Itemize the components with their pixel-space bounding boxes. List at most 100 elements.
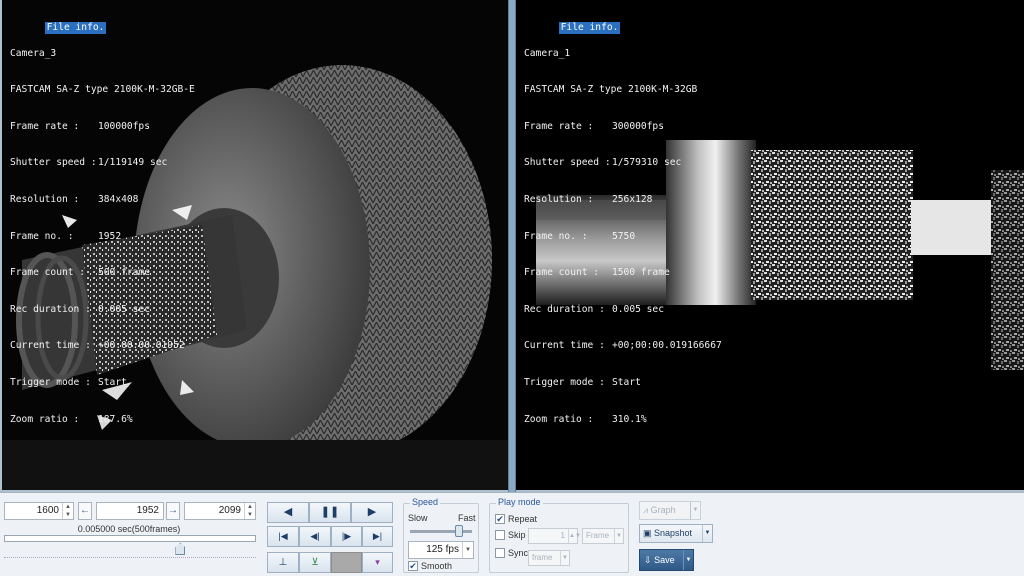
- pause-button[interactable]: ❚❚: [309, 502, 351, 523]
- info-label: Zoom ratio :: [524, 413, 594, 425]
- control-panel: 1600 ▲ ▼ ← 1952 → 2099 ▲ ▼ 0.005000 sec(50…: [0, 492, 1024, 576]
- skip-label: Skip: [508, 530, 526, 540]
- fps-value: 125 fps: [426, 544, 459, 555]
- skip-checkbox[interactable]: [495, 530, 505, 540]
- info-label: Trigger mode :: [10, 377, 91, 389]
- info-row: Frame count : 1500 frame: [524, 267, 722, 279]
- camera-icon: ▣: [643, 528, 652, 538]
- spin-arrows-icon[interactable]: ▲ ▼: [62, 503, 73, 519]
- info-row: Resolution : 384x408: [10, 194, 195, 206]
- start-frame-value: 1600: [36, 505, 59, 516]
- info-value: 310.1%: [612, 413, 647, 425]
- info-label: Zoom ratio :: [10, 413, 80, 425]
- video-viewer: File info. Camera_3 FASTCAM SA-Z type 21…: [0, 0, 1024, 492]
- smooth-label: Smooth: [421, 561, 453, 571]
- info-value: Start: [98, 377, 127, 389]
- end-frame-input[interactable]: 2099 ▲ ▼: [184, 502, 256, 520]
- current-frame-value: 1952: [136, 505, 159, 516]
- info-value: 1/579310 sec: [612, 157, 682, 169]
- info-row: Trigger mode : Start: [10, 377, 195, 389]
- play-button[interactable]: ▶: [351, 502, 393, 523]
- skip-unit-value: Frame: [586, 531, 610, 540]
- info-value: 100000fps: [98, 120, 150, 132]
- info-value: 256x128: [612, 194, 653, 206]
- info-value: 300000fps: [612, 120, 664, 132]
- right-camera-model: FASTCAM SA-Z type 2100K-M-32GB: [524, 84, 698, 96]
- reverse-play-button[interactable]: ◀: [267, 502, 309, 523]
- info-value: 1952: [98, 230, 122, 242]
- left-camera-model: FASTCAM SA-Z type 2100K-M-32GB-E: [10, 84, 195, 96]
- first-frame-button[interactable]: |◀: [267, 526, 299, 547]
- step-back-button[interactable]: ◀|: [299, 526, 331, 547]
- fps-select[interactable]: 125 fps ▼: [408, 541, 474, 559]
- skip-unit-select: Frame ▼: [582, 528, 624, 544]
- info-row: Zoom ratio : 187.6%: [10, 414, 195, 426]
- info-value: 1500 frame: [612, 267, 670, 279]
- start-frame-input[interactable]: 1600 ▲ ▼: [4, 502, 74, 520]
- info-row: Zoom ratio : 310.1%: [524, 414, 722, 426]
- chevron-down-icon[interactable]: ▼: [462, 542, 473, 558]
- info-label: Rec duration :: [524, 303, 605, 315]
- info-value: +00;00:00.019166667: [612, 340, 722, 352]
- mark-out-icon[interactable]: ▾: [362, 552, 393, 573]
- left-camera-name: Camera_3: [10, 47, 57, 59]
- info-label: Frame no. :: [10, 230, 74, 242]
- chevron-down-icon[interactable]: ▼: [683, 550, 693, 570]
- speed-fast-label: Fast: [458, 513, 476, 523]
- info-row: Frame rate : 100000fps: [10, 121, 195, 133]
- current-frame-input[interactable]: 1952: [96, 502, 164, 520]
- graph-button[interactable]: ⩘ Graph ▼: [639, 501, 701, 520]
- info-label: Frame rate :: [10, 120, 80, 132]
- range-select-icon[interactable]: ⊻: [299, 552, 331, 573]
- left-video-pane[interactable]: File info. Camera_3 FASTCAM SA-Z type 21…: [2, 0, 508, 490]
- pane-splitter[interactable]: [508, 0, 516, 492]
- spin-arrows-icon[interactable]: ▲ ▼: [244, 503, 255, 519]
- range-bar-icon: [331, 552, 362, 573]
- info-value: Start: [612, 377, 641, 389]
- info-label: Resolution :: [524, 194, 594, 206]
- info-row: Rec duration : 0.005 sec: [524, 304, 722, 316]
- info-label: Current time :: [10, 340, 91, 352]
- smooth-checkbox[interactable]: ✔: [408, 561, 418, 571]
- graph-label: Graph: [650, 505, 676, 515]
- info-value: 5750: [612, 230, 636, 242]
- info-value: 0.005 sec: [612, 303, 664, 315]
- chevron-down-icon[interactable]: ▼: [702, 525, 712, 542]
- save-button[interactable]: ⇩ Save ▼: [639, 549, 694, 571]
- chevron-down-icon: ▼: [560, 551, 569, 565]
- sync-checkbox[interactable]: [495, 548, 505, 558]
- speed-group-title: Speed: [410, 497, 441, 507]
- info-label: Shutter speed :: [524, 157, 611, 169]
- right-camera-name: Camera_1: [524, 47, 571, 59]
- info-row: Current time : +00:00:00.01952: [10, 340, 195, 352]
- info-row: Shutter speed :1/579310 sec: [524, 157, 722, 169]
- graph-icon: ⩘: [643, 505, 649, 515]
- right-file-info: File info. Camera_1 FASTCAM SA-Z type 21…: [524, 10, 722, 450]
- repeat-checkbox[interactable]: ✔: [495, 514, 505, 524]
- snapshot-button[interactable]: ▣ Snapshot ▼: [639, 524, 713, 543]
- chevron-down-icon[interactable]: ▼: [690, 502, 700, 519]
- next-frame-button[interactable]: →: [166, 502, 180, 520]
- last-frame-button[interactable]: ▶|: [362, 526, 393, 547]
- info-row: Frame count : 500 frame: [10, 267, 195, 279]
- info-label: Frame no. :: [524, 230, 588, 242]
- speed-slider-thumb[interactable]: [455, 525, 463, 537]
- frame-slider-track[interactable]: [4, 535, 256, 542]
- save-label: Save: [654, 555, 675, 565]
- right-video-pane[interactable]: File info. Camera_1 FASTCAM SA-Z type 21…: [516, 0, 1024, 490]
- frame-slider-thumb[interactable]: [175, 543, 186, 555]
- sync-label: Sync: [508, 548, 529, 558]
- info-value: 1/119149 sec: [98, 157, 168, 169]
- chevron-down-icon: ▼: [614, 529, 623, 543]
- slider-ticks: [4, 557, 256, 561]
- prev-frame-button[interactable]: ←: [78, 502, 92, 520]
- right-file-info-header: File info.: [558, 22, 621, 35]
- sync-unit-value: frame: [532, 553, 553, 562]
- info-label: Frame count :: [10, 267, 86, 279]
- end-frame-value: 2099: [218, 505, 241, 516]
- mark-in-icon[interactable]: ⊥: [267, 552, 299, 573]
- info-label: Shutter speed :: [10, 157, 97, 169]
- info-label: Trigger mode :: [524, 377, 605, 389]
- step-forward-button[interactable]: |▶: [331, 526, 362, 547]
- info-value: 384x408: [98, 194, 139, 206]
